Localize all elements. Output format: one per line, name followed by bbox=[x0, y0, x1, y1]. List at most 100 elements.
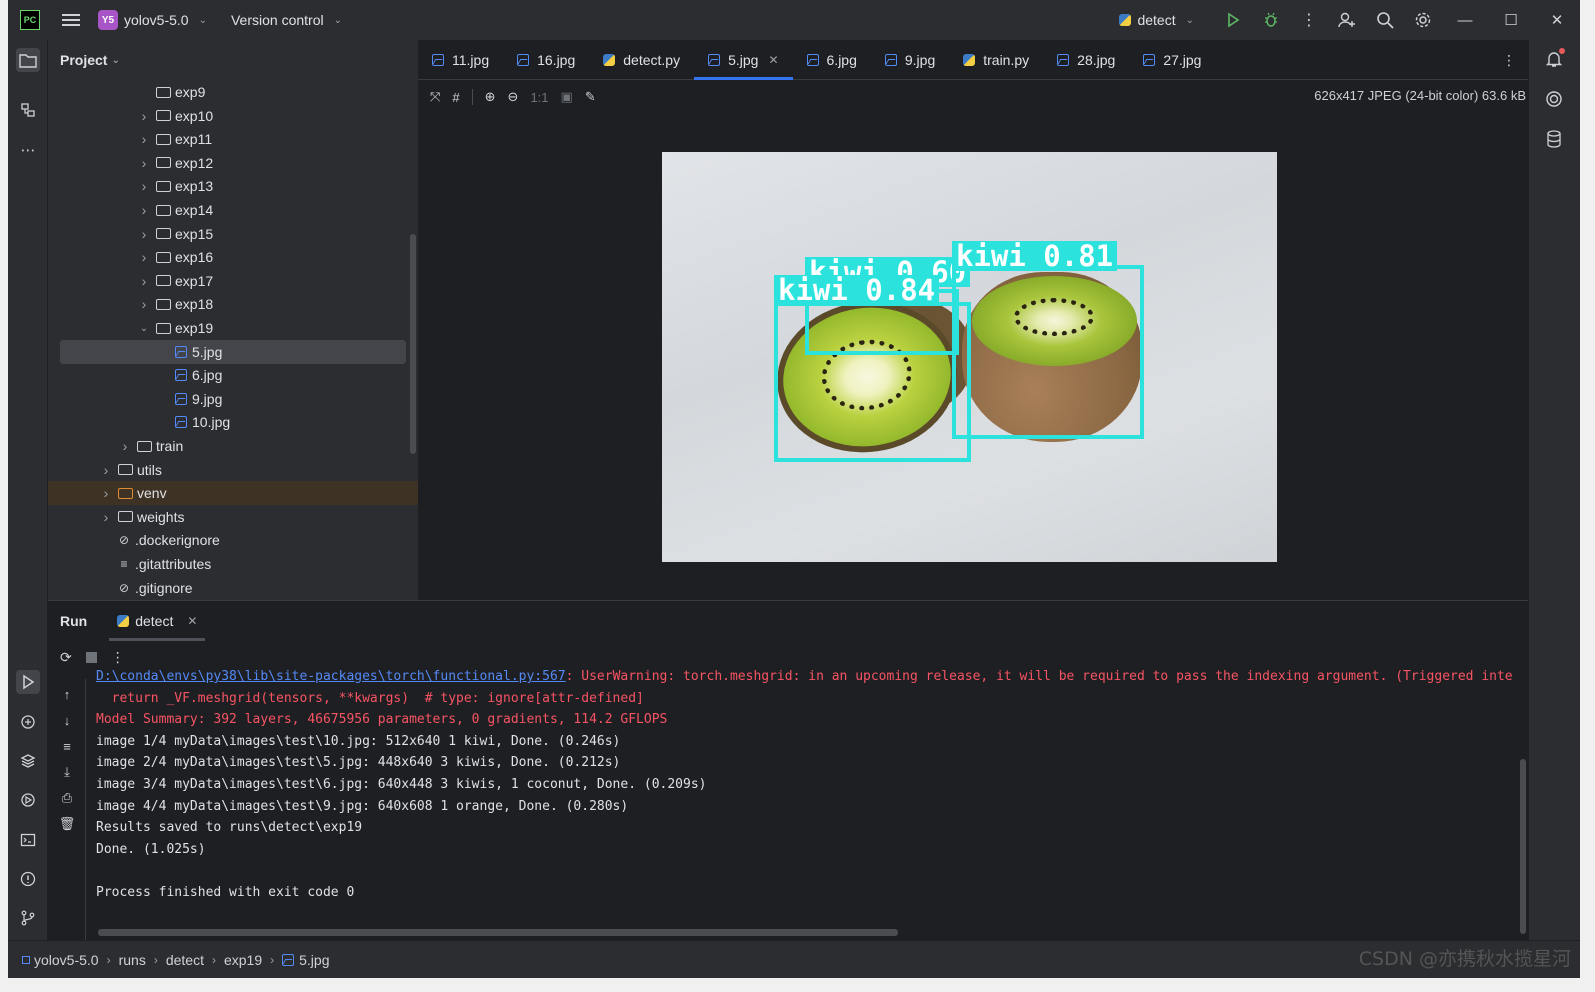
chevron-right-icon[interactable]: › bbox=[138, 178, 150, 194]
services-icon[interactable] bbox=[16, 788, 40, 812]
ai-assistant-icon[interactable] bbox=[1541, 86, 1567, 112]
run-tab-detect[interactable]: detect ✕ bbox=[107, 601, 207, 641]
maximize-icon[interactable]: ☐ bbox=[1488, 0, 1534, 40]
editor-tab[interactable]: 6.jpg bbox=[793, 40, 871, 79]
structure-icon[interactable] bbox=[16, 98, 40, 122]
editor-tab[interactable]: 27.jpg bbox=[1129, 40, 1215, 79]
tree-item[interactable]: ⊘ .gitignore bbox=[48, 576, 418, 600]
scroll-up-icon[interactable]: ↑ bbox=[58, 685, 76, 703]
color-picker-icon[interactable]: ✎ bbox=[585, 89, 596, 105]
console-vertical-scrollbar[interactable] bbox=[1520, 759, 1526, 934]
tree-item[interactable]: › venv bbox=[48, 481, 418, 506]
main-menu-icon[interactable] bbox=[62, 14, 80, 26]
breadcrumb-item[interactable]: runs bbox=[119, 952, 146, 968]
project-panel-header[interactable]: Project ⌄ bbox=[48, 40, 418, 80]
git-branch-icon[interactable] bbox=[16, 906, 40, 930]
tree-item[interactable]: ⌄ exp19 bbox=[48, 316, 418, 340]
tree-item[interactable]: › exp10 bbox=[48, 104, 418, 128]
terminal-icon[interactable] bbox=[16, 828, 40, 852]
chevron-right-icon[interactable]: › bbox=[138, 202, 150, 218]
close-window-icon[interactable]: ✕ bbox=[1534, 0, 1580, 40]
tree-item[interactable]: 5.jpg bbox=[60, 339, 406, 364]
console-horizontal-scrollbar[interactable] bbox=[98, 929, 898, 936]
tree-item[interactable]: › exp17 bbox=[48, 269, 418, 293]
tree-item[interactable]: › exp12 bbox=[48, 151, 418, 175]
tabs-more-icon[interactable]: ⋮ bbox=[1502, 52, 1516, 69]
tree-item[interactable]: › exp15 bbox=[48, 222, 418, 246]
editor-tab[interactable]: 16.jpg bbox=[503, 40, 589, 79]
add-user-icon[interactable] bbox=[1328, 0, 1366, 40]
tree-item[interactable]: ⊘ .dockerignore bbox=[48, 528, 418, 552]
python-console-icon[interactable] bbox=[16, 710, 40, 734]
grid-icon[interactable]: # bbox=[452, 90, 459, 105]
close-tab-icon[interactable]: ✕ bbox=[768, 53, 778, 67]
tree-item[interactable]: exp9 bbox=[48, 80, 418, 104]
run-more-icon[interactable]: ⋮ bbox=[111, 649, 125, 666]
editor-tab[interactable]: 9.jpg bbox=[871, 40, 949, 79]
tree-item[interactable]: › train bbox=[48, 434, 418, 458]
tree-item[interactable]: › exp14 bbox=[48, 198, 418, 222]
tree-item[interactable]: › exp13 bbox=[48, 174, 418, 198]
chevron-right-icon[interactable]: › bbox=[100, 462, 112, 478]
breadcrumb-item[interactable]: detect bbox=[166, 952, 204, 968]
rerun-icon[interactable]: ⟳ bbox=[60, 649, 72, 666]
chevron-right-icon[interactable]: › bbox=[138, 296, 150, 312]
chevron-right-icon[interactable]: › bbox=[138, 249, 150, 265]
problems-icon[interactable] bbox=[16, 867, 40, 891]
breadcrumb-item[interactable]: exp19 bbox=[224, 952, 262, 968]
settings-gear-icon[interactable] bbox=[1404, 0, 1442, 40]
tree-item[interactable]: 9.jpg bbox=[48, 387, 418, 411]
tree-item[interactable]: › utils bbox=[48, 458, 418, 482]
actual-size-button[interactable]: 1:1 bbox=[530, 90, 548, 105]
layers-icon[interactable] bbox=[16, 749, 40, 773]
chevron-right-icon[interactable]: › bbox=[138, 108, 150, 124]
chevron-down-icon[interactable]: ⌄ bbox=[138, 323, 150, 334]
tree-item[interactable]: 10.jpg bbox=[48, 410, 418, 434]
chevron-right-icon[interactable]: › bbox=[138, 155, 150, 171]
editor-tab[interactable]: 5.jpg ✕ bbox=[694, 40, 793, 80]
zoom-out-icon[interactable]: ⊖ bbox=[508, 89, 519, 105]
run-config-selector[interactable]: detect ⌄ bbox=[1119, 12, 1194, 28]
editor-tab[interactable]: 28.jpg bbox=[1043, 40, 1129, 79]
tree-item[interactable]: › exp18 bbox=[48, 292, 418, 316]
chevron-right-icon[interactable]: › bbox=[138, 131, 150, 147]
scroll-to-end-icon[interactable]: ⤓ bbox=[58, 763, 76, 781]
chevron-right-icon[interactable]: › bbox=[119, 438, 131, 454]
soft-wrap-icon[interactable]: ≡ bbox=[58, 737, 76, 755]
editor-tab[interactable]: 11.jpg bbox=[418, 40, 503, 79]
close-tab-icon[interactable]: ✕ bbox=[187, 614, 197, 628]
tree-item[interactable]: ≡ .gitattributes bbox=[48, 552, 418, 576]
project-scrollbar[interactable] bbox=[410, 234, 416, 454]
chevron-right-icon[interactable]: › bbox=[138, 226, 150, 242]
database-icon[interactable] bbox=[1541, 126, 1567, 152]
tree-item[interactable]: › weights bbox=[48, 505, 418, 529]
chevron-right-icon[interactable]: › bbox=[100, 509, 112, 525]
console-path-link[interactable]: D:\conda\envs\py38\lib\site-packages\tor… bbox=[96, 669, 566, 684]
editor-tab[interactable]: train.py bbox=[949, 40, 1043, 79]
print-icon[interactable]: ⎙ bbox=[58, 789, 76, 807]
tree-item[interactable]: › exp16 bbox=[48, 245, 418, 269]
stop-icon[interactable] bbox=[85, 652, 97, 663]
editor-tab[interactable]: detect.py bbox=[589, 40, 694, 79]
version-control-menu[interactable]: Version control ⌄ bbox=[231, 12, 342, 28]
notifications-bell-icon[interactable] bbox=[1541, 46, 1567, 72]
run-tool-icon[interactable] bbox=[16, 670, 40, 694]
search-icon[interactable] bbox=[1366, 0, 1404, 40]
chevron-right-icon[interactable]: › bbox=[100, 485, 112, 501]
more-tools-icon[interactable]: ⋯ bbox=[16, 138, 40, 162]
minimize-icon[interactable]: — bbox=[1442, 0, 1488, 40]
breadcrumb-item[interactable]: yolov5-5.0 bbox=[22, 952, 99, 968]
project-switcher[interactable]: Y5 yolov5-5.0 ⌄ bbox=[98, 10, 207, 30]
zoom-in-icon[interactable]: ⊕ bbox=[485, 89, 496, 105]
clear-trash-icon[interactable]: 🗑 bbox=[58, 815, 76, 833]
debug-icon[interactable] bbox=[1252, 0, 1290, 40]
project-folder-icon[interactable] bbox=[16, 48, 40, 72]
scroll-down-icon[interactable]: ↓ bbox=[58, 711, 76, 729]
breadcrumb-item[interactable]: 5.jpg bbox=[282, 952, 329, 968]
tree-item[interactable]: 6.jpg bbox=[48, 363, 418, 387]
more-actions-icon[interactable]: ⋮ bbox=[1290, 0, 1328, 40]
tree-item[interactable]: › exp11 bbox=[48, 127, 418, 151]
fit-zoom-icon[interactable]: ▣ bbox=[561, 89, 573, 105]
chevron-right-icon[interactable]: › bbox=[138, 273, 150, 289]
run-icon[interactable] bbox=[1214, 0, 1252, 40]
